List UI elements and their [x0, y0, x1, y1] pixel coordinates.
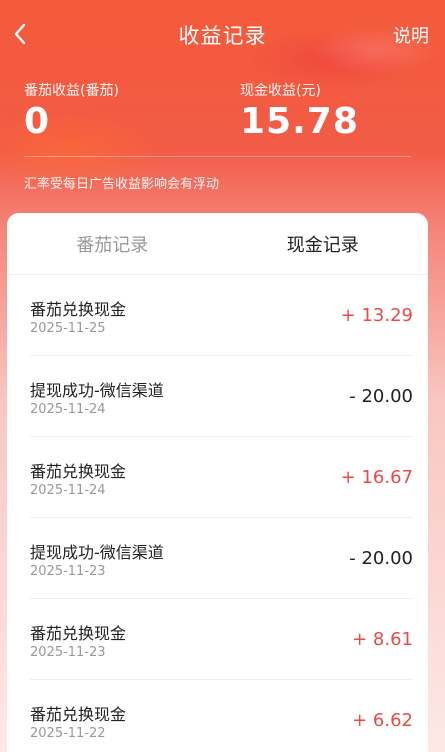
record-title: 番茄兑换现金	[30, 624, 127, 643]
record-amount: - 20.00	[349, 548, 413, 569]
record-tabs: 番茄记录 现金记录	[7, 213, 428, 275]
record-amount: + 16.67	[340, 467, 413, 488]
cash-earnings-label: 现金收益(元)	[240, 83, 321, 99]
exchange-rate-note: 汇率受每日广告收益影响会有浮动	[24, 177, 220, 192]
record-date: 2025-11-24	[30, 402, 106, 417]
record-amount: + 13.29	[340, 305, 413, 326]
record-title: 番茄兑换现金	[30, 705, 127, 724]
record-title: 番茄兑换现金	[30, 300, 127, 319]
record-title: 番茄兑换现金	[30, 462, 127, 481]
tomato-earnings: 番茄收益(番茄) 0	[24, 80, 119, 142]
record-title: 提现成功-微信渠道	[30, 381, 164, 400]
record-amount: + 6.62	[352, 710, 413, 731]
tomato-earnings-label: 番茄收益(番茄)	[24, 83, 119, 99]
tomato-earnings-value: 0	[24, 101, 51, 142]
record-date: 2025-11-22	[30, 726, 106, 741]
record-date: 2025-11-23	[30, 645, 106, 660]
record-amount: - 20.00	[349, 386, 413, 407]
record-amount: + 8.61	[352, 629, 413, 650]
record-date: 2025-11-23	[30, 564, 106, 579]
tab-cash-records[interactable]: 现金记录	[218, 213, 429, 274]
nav-bar: 收益记录 说明	[0, 0, 445, 70]
record-date: 2025-11-24	[30, 483, 106, 498]
header-divider	[24, 156, 411, 157]
record-date: 2025-11-25	[30, 321, 106, 336]
cash-earnings-value: 15.78	[240, 101, 359, 142]
cash-earnings: 现金收益(元) 15.78	[240, 80, 359, 142]
record-title: 提现成功-微信渠道	[30, 543, 164, 562]
list-item: 提现成功-微信渠道 2025-11-24 - 20.00	[30, 356, 413, 437]
help-link[interactable]: 说明	[393, 22, 429, 48]
list-item: 番茄兑换现金 2025-11-25 + 13.29	[30, 275, 413, 356]
page-title: 收益记录	[178, 24, 267, 48]
list-item: 番茄兑换现金 2025-11-24 + 16.67	[30, 437, 413, 518]
records-card: 番茄记录 现金记录 番茄兑换现金 2025-11-25 + 13.29 提现成功…	[7, 213, 428, 752]
list-item: 提现成功-微信渠道 2025-11-23 - 20.00	[30, 518, 413, 599]
list-item: 番茄兑换现金 2025-11-22 + 6.62	[30, 680, 413, 752]
tab-tomato-records[interactable]: 番茄记录	[7, 213, 218, 274]
list-item: 番茄兑换现金 2025-11-23 + 8.61	[30, 599, 413, 680]
